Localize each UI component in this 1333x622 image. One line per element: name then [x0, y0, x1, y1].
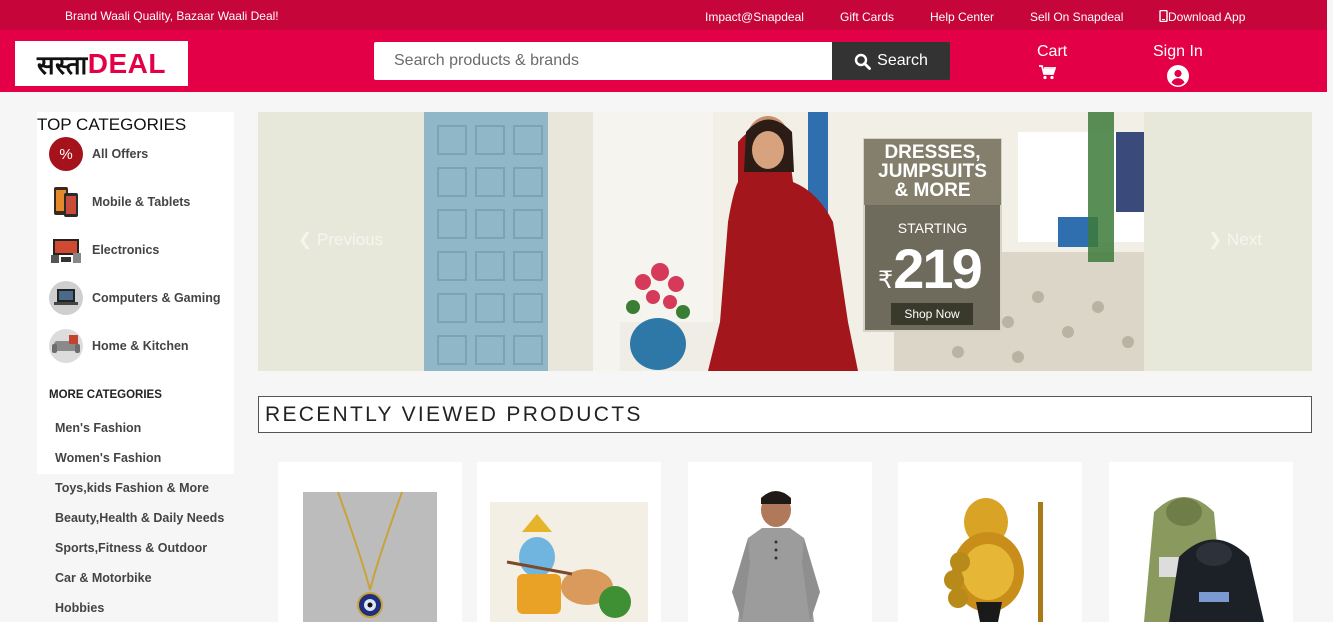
product-card[interactable] [477, 462, 661, 622]
necklace-product-image [303, 491, 437, 622]
banner-starting: STARTING [897, 220, 968, 236]
recently-viewed-title: RECENTLY VIEWED PRODUCTS [265, 403, 643, 426]
product-card[interactable] [1109, 462, 1293, 622]
promo-carousel[interactable]: DRESSES, JUMPSUITS & MORE STARTING ₹219 … [258, 112, 1312, 371]
henley-tshirt-image [732, 491, 820, 622]
sign-in-button[interactable]: Sign In [1153, 43, 1203, 87]
category-label: Mobile & Tablets [92, 195, 191, 209]
banner-price-value: 219 [893, 237, 982, 300]
search-input[interactable] [374, 42, 832, 80]
download-app-label: Download App [1168, 10, 1246, 24]
logo-hindi: सस्ता [37, 50, 88, 81]
banner-headline-line: & MORE [894, 180, 971, 201]
shop-now-button[interactable]: Shop Now [891, 303, 973, 325]
mobile-icon [49, 185, 83, 219]
banner-headline: DRESSES, JUMPSUITS & MORE [864, 143, 1001, 200]
sofa-icon [49, 329, 83, 363]
chevron-left-icon: ❮ [298, 230, 313, 249]
logo[interactable]: सस्ता DEAL [15, 41, 188, 86]
cart-label: Cart [1037, 43, 1068, 60]
category-label: Home & Kitchen [92, 339, 189, 353]
banner-headline-line: DRESSES, [884, 142, 981, 163]
logo-deal: DEAL [87, 47, 166, 79]
electronics-icon [49, 233, 83, 267]
carousel-previous[interactable]: ❮ Previous [298, 230, 383, 250]
help-center-link[interactable]: Help Center [930, 10, 994, 24]
top-categories-title: TOP CATEGORIES [37, 115, 187, 134]
offers-icon: % [49, 137, 83, 171]
more-category-item[interactable]: Sports,Fitness & Outdoor [55, 541, 207, 555]
tagline: Brand Waali Quality, Bazaar Waali Deal! [65, 9, 279, 23]
category-mobile-tablets[interactable]: Mobile & Tablets [49, 185, 190, 219]
category-all-offers[interactable]: % All Offers [49, 137, 148, 171]
search-icon [854, 53, 872, 70]
more-categories-title: MORE CATEGORIES [49, 389, 162, 401]
user-avatar-icon [1166, 65, 1189, 87]
cart-icon [1039, 65, 1056, 80]
recently-viewed-header: RECENTLY VIEWED PRODUCTS [258, 396, 1312, 433]
product-card[interactable] [898, 462, 1082, 622]
more-category-item[interactable]: Beauty,Health & Daily Needs [55, 511, 224, 525]
laptop-icon [49, 281, 83, 315]
banner-price: ₹219 [878, 236, 998, 301]
category-computers-gaming[interactable]: Computers & Gaming [49, 281, 221, 315]
laughing-buddha-image [944, 498, 1043, 622]
header: सस्ताDEAL Search Cart Sign In [0, 30, 1327, 92]
more-category-item[interactable]: Toys,kids Fashion & More [55, 481, 209, 495]
search-button[interactable]: Search [832, 42, 950, 80]
krishna-wall-art-image [490, 502, 648, 622]
more-category-item[interactable]: Women's Fashion [55, 451, 161, 465]
search-button-label: Search [877, 52, 928, 69]
mobile-phone-icon [1159, 9, 1168, 23]
category-label: Computers & Gaming [92, 291, 221, 305]
carousel-next[interactable]: ❯ Next [1208, 230, 1262, 250]
carousel-previous-label: Previous [316, 230, 384, 249]
download-app-link[interactable]: Download App [1159, 9, 1245, 24]
more-category-item[interactable]: Hobbies [55, 601, 104, 615]
sign-in-label: Sign In [1153, 43, 1203, 60]
more-category-item[interactable]: Car & Motorbike [55, 571, 152, 585]
banner-headline-line: JUMPSUITS [878, 161, 987, 182]
sell-on-snapdeal-link[interactable]: Sell On Snapdeal [1030, 10, 1123, 24]
gift-cards-link[interactable]: Gift Cards [840, 10, 894, 24]
top-bar: Brand Waali Quality, Bazaar Waali Deal! … [0, 0, 1327, 30]
category-label: All Offers [92, 147, 149, 161]
cart-button[interactable]: Cart [1037, 43, 1067, 80]
more-category-item[interactable]: Men's Fashion [55, 421, 141, 435]
product-card[interactable] [688, 462, 872, 622]
top-categories-panel: TOP CATEGORIES % All Offers Mobile & Tab… [37, 112, 234, 474]
chevron-right-icon: ❯ [1208, 230, 1223, 249]
carousel-next-label: Next [1226, 230, 1262, 249]
category-home-kitchen[interactable]: Home & Kitchen [49, 329, 189, 363]
category-label: Electronics [92, 243, 160, 257]
product-card[interactable] [278, 462, 462, 622]
banner-currency: ₹ [878, 267, 894, 294]
banner-image [424, 112, 1144, 371]
impact-link[interactable]: Impact@Snapdeal [705, 10, 804, 24]
category-electronics[interactable]: Electronics [49, 233, 159, 267]
hoodie-set-image [1144, 497, 1264, 622]
